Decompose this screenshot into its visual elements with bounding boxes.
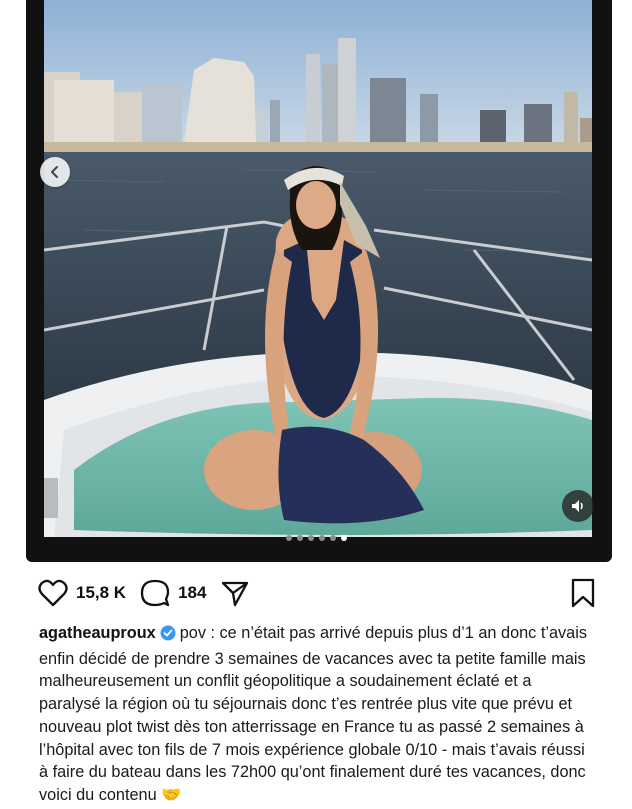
post-caption: agatheauproux pov : ce n’était pas arrivé… <box>39 622 595 807</box>
comment-count[interactable]: 184 <box>178 583 206 603</box>
comment-button[interactable]: 184 <box>140 578 206 608</box>
share-button[interactable] <box>220 578 250 608</box>
carousel-dot <box>285 535 292 541</box>
carousel-dot-active <box>340 535 347 541</box>
send-icon <box>222 581 249 607</box>
speaker-icon <box>572 500 583 512</box>
chevron-left-icon <box>51 166 58 178</box>
caption-text: pov : ce n’était pas arrivé depuis plus … <box>39 624 587 804</box>
heart-icon <box>38 579 68 607</box>
save-button[interactable] <box>570 578 596 613</box>
caption-username[interactable]: agatheauproux <box>39 624 156 642</box>
comment-icon <box>140 579 170 607</box>
mute-button[interactable] <box>562 490 594 522</box>
carousel-dot <box>318 535 325 541</box>
like-button[interactable]: 15,8 K <box>38 579 126 607</box>
yacht-photo <box>44 0 592 537</box>
like-count[interactable]: 15,8 K <box>76 583 126 603</box>
carousel-dot <box>307 535 314 541</box>
carousel-dot <box>296 535 303 541</box>
carousel-prev-button[interactable] <box>40 157 70 187</box>
bookmark-icon <box>571 578 595 608</box>
carousel-dot <box>329 535 336 541</box>
verified-badge-icon <box>160 625 176 648</box>
carousel-indicator <box>0 535 632 543</box>
post-actions-bar: 15,8 K 184 <box>38 576 598 610</box>
post-photo[interactable] <box>44 0 592 537</box>
